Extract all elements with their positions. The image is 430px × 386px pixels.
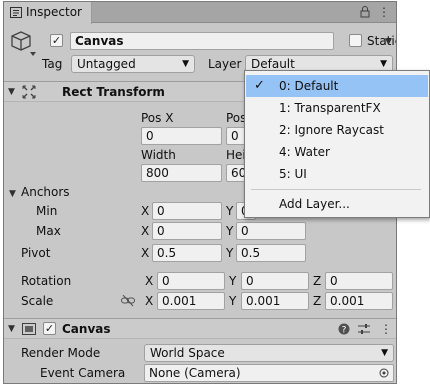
width-label: Width xyxy=(141,148,176,162)
scale-label: Scale xyxy=(21,294,54,308)
event-camera-value: None (Camera) xyxy=(149,366,241,380)
collapse-icon[interactable]: ▼ xyxy=(8,86,15,98)
axis-x-label: X xyxy=(145,294,154,308)
object-name-input[interactable]: Canvas xyxy=(70,32,334,50)
static-dropdown-icon[interactable]: ▼ xyxy=(385,36,392,48)
pos-x-input[interactable]: 0 xyxy=(141,127,222,145)
pos-x-label: Pos X xyxy=(141,111,174,125)
tab-inspector[interactable]: Inspector xyxy=(4,2,92,24)
axis-x-label: X xyxy=(145,274,154,288)
axis-x-label: X xyxy=(141,224,150,238)
axis-z-label: Z xyxy=(313,274,322,288)
event-camera-field[interactable]: None (Camera) xyxy=(144,364,394,382)
link-icon[interactable] xyxy=(121,295,135,307)
anchor-min-x-input[interactable]: 0 xyxy=(152,202,222,220)
layer-label: Layer xyxy=(208,57,242,71)
anchor-max-y-input[interactable]: 0 xyxy=(236,222,306,240)
pivot-y-input[interactable]: 0.5 xyxy=(236,244,306,262)
min-label: Min xyxy=(36,204,58,218)
scale-x-input[interactable]: 0.001 xyxy=(157,292,225,310)
render-mode-dropdown[interactable]: World Space ▼ xyxy=(144,344,394,362)
height-label: Hei xyxy=(226,148,246,162)
axis-y-label: Y xyxy=(229,294,237,308)
tag-value: Untagged xyxy=(77,57,136,71)
pivot-label: Pivot xyxy=(21,246,51,260)
chevron-down-icon: ▼ xyxy=(182,59,189,69)
render-mode-value: World Space xyxy=(150,346,225,360)
anchor-max-x-input[interactable]: 0 xyxy=(152,222,222,240)
event-camera-label: Event Camera xyxy=(40,366,126,380)
add-layer-menu-item[interactable]: Add Layer... xyxy=(246,193,428,215)
layer-menu-item[interactable]: 2: Ignore Raycast xyxy=(246,119,428,141)
chevron-down-icon: ▼ xyxy=(381,348,388,358)
axis-x-label: X xyxy=(141,204,150,218)
scale-y-input[interactable]: 0.001 xyxy=(241,292,309,310)
rotation-label: Rotation xyxy=(21,274,72,288)
max-label: Max xyxy=(36,224,61,238)
anchors-collapse-icon[interactable]: ▼ xyxy=(9,188,16,200)
collapse-icon[interactable]: ▼ xyxy=(8,323,15,335)
axis-y-label: Y xyxy=(226,224,234,238)
layer-menu-item[interactable]: 5: UI xyxy=(246,163,428,185)
axis-y-label: Y xyxy=(226,204,234,218)
menu-separator xyxy=(251,189,421,190)
rotation-z-input[interactable]: 0 xyxy=(325,272,393,290)
object-picker-icon[interactable] xyxy=(379,368,389,378)
more-icon[interactable]: ⋮ xyxy=(378,6,390,18)
static-checkbox[interactable] xyxy=(349,34,362,47)
axis-z-label: Z xyxy=(313,294,322,308)
more-icon[interactable]: ⋮ xyxy=(380,323,392,335)
layer-dropdown-menu: ✓ 0: Default 1: TransparentFX 2: Ignore … xyxy=(244,70,430,218)
canvas-icon xyxy=(22,323,36,335)
canvas-title: Canvas xyxy=(62,322,111,336)
render-mode-label: Render Mode xyxy=(21,346,101,360)
tag-dropdown[interactable]: Untagged ▼ xyxy=(71,55,195,73)
tab-bar: Inspector ⋮ xyxy=(4,2,396,24)
static-label: Static xyxy=(367,34,396,48)
rotation-x-input[interactable]: 0 xyxy=(157,272,225,290)
anchors-label: Anchors xyxy=(21,185,70,199)
presets-icon[interactable] xyxy=(358,323,370,335)
pivot-x-input[interactable]: 0.5 xyxy=(152,244,222,262)
rotation-y-input[interactable]: 0 xyxy=(241,272,309,290)
canvas-enabled-checkbox[interactable]: ✓ xyxy=(43,322,56,335)
layer-menu-item[interactable]: 1: TransparentFX xyxy=(246,97,428,119)
width-input[interactable]: 800 xyxy=(141,164,222,182)
rect-transform-title: Rect Transform xyxy=(62,85,165,99)
canvas-component-header[interactable]: ▼ ✓ Canvas ? ⋮ xyxy=(4,318,396,339)
layer-menu-item[interactable]: 4: Water xyxy=(246,141,428,163)
axis-x-label: X xyxy=(141,246,150,260)
svg-text:?: ? xyxy=(342,326,347,336)
check-icon: ✓ xyxy=(254,78,265,93)
gameobject-icon[interactable] xyxy=(10,30,36,58)
scale-z-input[interactable]: 0.001 xyxy=(325,292,393,310)
layer-value: Default xyxy=(251,57,295,71)
tag-label: Tag xyxy=(42,57,63,71)
rect-transform-icon xyxy=(22,85,36,99)
axis-y-label: Y xyxy=(226,246,234,260)
active-checkbox[interactable]: ✓ xyxy=(50,34,63,47)
lock-icon[interactable] xyxy=(360,6,370,18)
layer-menu-item[interactable]: ✓ 0: Default xyxy=(246,75,428,97)
info-icon xyxy=(10,7,22,18)
axis-y-label: Y xyxy=(229,274,237,288)
help-icon[interactable]: ? xyxy=(338,323,350,335)
tab-label: Inspector xyxy=(26,5,82,19)
